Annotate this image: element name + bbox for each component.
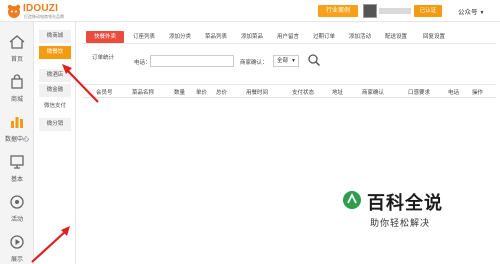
search-icon[interactable] — [307, 53, 321, 67]
nav-item-label: 基本 — [10, 177, 23, 183]
nav-item-label: 首页 — [10, 57, 23, 63]
nav-item-label: 数据中心 — [4, 137, 29, 143]
column-header: 口感要求 — [408, 90, 431, 96]
monitor-icon — [10, 155, 24, 169]
column-header: 菜品名称 — [132, 90, 155, 96]
column-header: 用餐时间 — [246, 90, 269, 96]
column-header: 总价 — [216, 90, 228, 96]
tab-add-dish[interactable]: 添加菜品 — [236, 31, 268, 43]
column-header: 单价 — [196, 90, 208, 96]
tab-expired-orders[interactable]: 过期订单 — [308, 31, 340, 43]
filter-bar: 订单统计 电话： 商家确认： 全部 ▼ — [82, 52, 496, 72]
watermark-logo-icon — [343, 191, 361, 209]
tab-dish-list[interactable]: 菜品列表 — [200, 31, 232, 43]
nav-item-data-center[interactable]: 数据中心 — [0, 108, 34, 148]
column-header: 电话 — [448, 90, 460, 96]
subnav-item-distribution[interactable]: 微分销 — [39, 118, 71, 131]
column-header: 地址 — [332, 90, 344, 96]
cart-icon — [11, 74, 23, 89]
phone-label: 电话： — [134, 60, 151, 66]
subnav-item-mall[interactable]: 微商城 — [39, 30, 71, 43]
gift-icon — [10, 195, 24, 209]
logo-text: IDOUZI — [23, 3, 59, 14]
order-stats-link[interactable]: 订单统计 — [92, 53, 114, 61]
column-header: 商家确认 — [362, 90, 385, 96]
left-nav: 首页 商城 数据中心 基本 活动 展示 — [0, 22, 34, 264]
main-content: 快餐外卖 订座列表 添加分类 菜品列表 添加菜品 用户留言 过期订单 添加活动 … — [82, 30, 496, 264]
tab-reservations[interactable]: 订座列表 — [128, 31, 160, 43]
nav-item-mall[interactable]: 商城 — [0, 68, 34, 108]
username-redacted — [379, 8, 411, 14]
bar-chart-icon — [11, 117, 23, 128]
logo-tagline: 打造移动电商领先品牌 — [24, 14, 64, 19]
account-menu-label: 公众号 — [458, 9, 478, 16]
tab-add-activity[interactable]: 添加活动 — [344, 31, 376, 43]
watermark-title: 百科全说 — [367, 193, 443, 214]
nav-item-activity[interactable]: 活动 — [0, 188, 34, 228]
column-header: 支付状态 — [292, 90, 315, 96]
home-icon — [9, 35, 25, 49]
account-menu[interactable]: 公众号 ▼ — [458, 6, 484, 16]
subnav-item-catering[interactable]: 微餐饮 — [39, 46, 71, 59]
column-header: 操作 — [472, 90, 484, 96]
subnav-item-hotel[interactable]: 微酒店 — [39, 69, 71, 82]
nav-item-display[interactable]: 展示 — [0, 228, 34, 264]
subnav-item-finance[interactable]: 微金融 — [39, 84, 71, 97]
subnav-item-wechat-pay[interactable]: 微信支付 — [39, 100, 71, 113]
nav-item-label: 展示 — [10, 257, 23, 263]
logo-icon — [7, 4, 21, 18]
tab-takeout[interactable]: 快餐外卖 — [86, 31, 124, 43]
chevron-down-icon: ▼ — [479, 10, 485, 16]
merchant-confirm-label: 商家确认： — [240, 60, 268, 66]
watermark-subtitle: 助你轻松解决 — [370, 219, 431, 229]
merchant-confirm-value: 全部 — [277, 58, 289, 64]
merchant-confirm-select[interactable]: 全部 ▼ — [273, 55, 299, 67]
tab-user-messages[interactable]: 用户留言 — [272, 31, 304, 43]
tab-add-category[interactable]: 添加分类 — [164, 31, 196, 43]
sub-nav: 微商城 微餐饮 微酒店 微金融 微信支付 微分销 — [34, 22, 76, 264]
chevron-down-icon: ▼ — [291, 58, 296, 64]
table-header: 会员号 菜品名称 数量 单价 总价 用餐时间 支付状态 地址 商家确认 口感要求… — [82, 84, 496, 98]
nav-item-label: 商城 — [10, 97, 23, 103]
tab-bar: 快餐外卖 订座列表 添加分类 菜品列表 添加菜品 用户留言 过期订单 添加活动 … — [82, 30, 496, 44]
nav-item-label: 活动 — [10, 217, 23, 223]
nav-item-home[interactable]: 首页 — [0, 28, 34, 68]
play-icon — [10, 235, 24, 249]
tab-reply-settings[interactable]: 回复设置 — [418, 31, 450, 43]
phone-input[interactable] — [150, 55, 234, 67]
avatar[interactable] — [363, 4, 377, 18]
column-header: 数量 — [174, 90, 186, 96]
column-header: 会员号 — [96, 90, 113, 96]
tab-delivery-settings[interactable]: 配送设置 — [380, 31, 412, 43]
industry-cases-button[interactable]: 行业案例 — [318, 5, 358, 17]
nav-item-basic[interactable]: 基本 — [0, 148, 34, 188]
verified-badge: 已认证 — [414, 5, 442, 17]
top-bar: IDOUZI 打造移动电商领先品牌 行业案例 已认证 公众号 ▼ — [0, 0, 500, 22]
